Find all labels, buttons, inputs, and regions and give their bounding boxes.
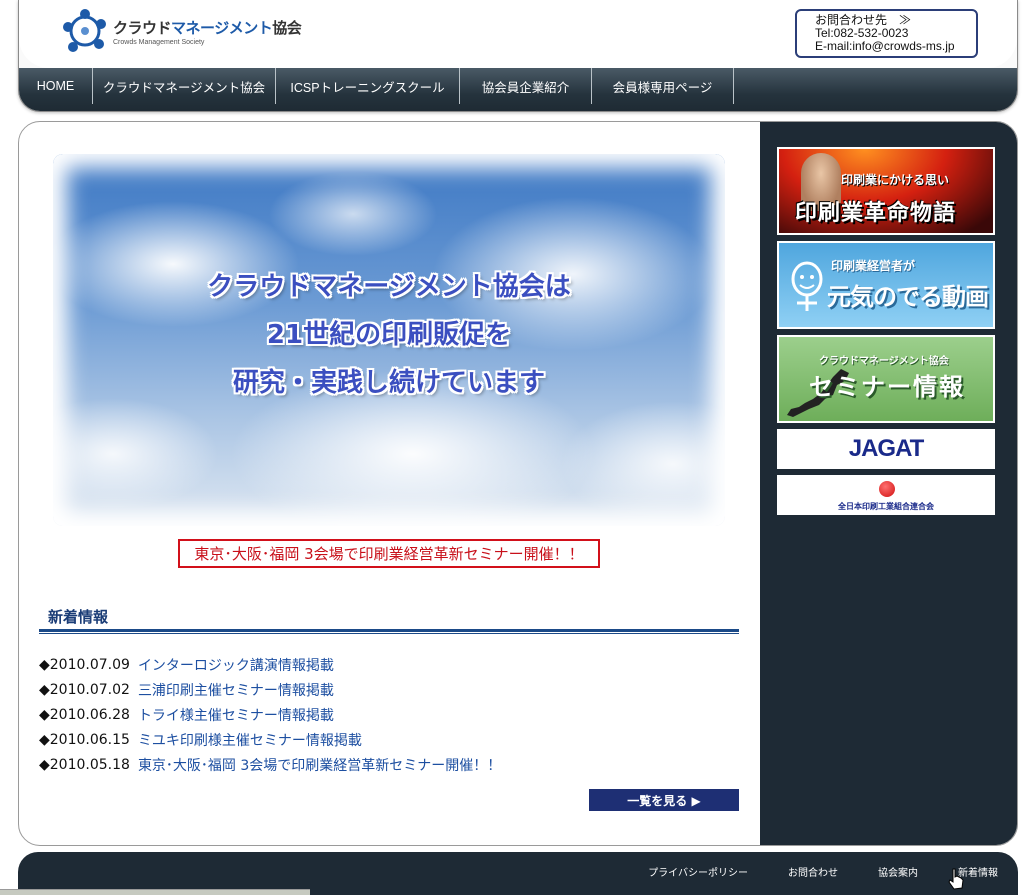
news-list: ◆2010.07.09 インターロジック講演情報掲載 ◆2010.07.02 三… <box>39 652 501 777</box>
banner3-subtitle: クラウドマネージメント協会 <box>819 356 949 367</box>
news-link[interactable]: トライ様主催セミナー情報掲載 <box>138 705 334 725</box>
nav-icsp-school[interactable]: ICSPトレーニングスクール <box>276 68 460 104</box>
footer-link-contact[interactable]: お問合わせ <box>788 864 838 879</box>
list-item: ◆2010.07.02 三浦印刷主催セミナー情報掲載 <box>39 677 501 702</box>
news-date: ◆2010.07.09 <box>39 656 130 673</box>
banner3-title: セミナー情報 <box>809 373 965 401</box>
list-item: ◆2010.06.28 トライ様主催セミナー情報掲載 <box>39 702 501 727</box>
footer-links: プライバシーポリシー お問合わせ 協会案内 新着情報 <box>608 864 998 879</box>
view-all-news-button[interactable]: 一覧を見る ▶ <box>589 789 739 811</box>
site-logo[interactable]: クラウドマネージメント協会 Crowds Management Society <box>61 8 302 54</box>
list-item: ◆2010.07.09 インターロジック講演情報掲載 <box>39 652 501 677</box>
footer-link-about[interactable]: 協会案内 <box>878 864 918 879</box>
footer-link-news[interactable]: 新着情報 <box>958 864 998 879</box>
nav-member-companies[interactable]: 協会員企業紹介 <box>460 68 592 104</box>
site-header: クラウドマネージメント協会 Crowds Management Society … <box>18 0 1018 112</box>
hero-line-1: クラウドマネージメント協会は <box>207 272 571 302</box>
nav-home[interactable]: HOME <box>19 68 93 104</box>
nav-association[interactable]: クラウドマネージメント協会 <box>93 68 276 104</box>
banner-printing-revolution[interactable]: 印刷業にかける思い 印刷業革命物語 <box>777 147 995 235</box>
main-content: クラウドマネージメント協会は 21世紀の印刷販促を 研究・実践し続けています 東… <box>18 121 1018 846</box>
news-link[interactable]: 三浦印刷主催セミナー情報掲載 <box>138 680 334 700</box>
news-link[interactable]: インターロジック講演情報掲載 <box>138 655 334 675</box>
horizontal-scrollbar[interactable] <box>0 889 310 895</box>
banner1-title: 印刷業革命物語 <box>795 201 957 226</box>
contact-email[interactable]: E-mail:info@crowds-ms.jp <box>815 40 976 53</box>
news-divider <box>39 629 739 634</box>
contact-box[interactable]: お問合わせ先 ≫ Tel:082-532-0023 E-mail:info@cr… <box>795 9 978 58</box>
news-date: ◆2010.06.28 <box>39 706 130 723</box>
seminar-notice-link[interactable]: 東京･大阪･福岡 3会場で印刷業経営革新セミナー開催！！ <box>178 539 600 568</box>
list-item: ◆2010.06.15 ミユキ印刷様主催セミナー情報掲載 <box>39 727 501 752</box>
banner-jagat[interactable]: JAGAT <box>777 429 995 469</box>
news-link[interactable]: ミユキ印刷様主催セミナー情報掲載 <box>138 730 362 750</box>
logo-title: クラウドマネージメント協会 <box>113 18 302 37</box>
banner-motivation-video[interactable]: 印刷業経営者が 元気のでる動画 <box>777 241 995 329</box>
banner1-subtitle: 印刷業にかける思い <box>841 173 950 187</box>
main-nav: HOME クラウドマネージメント協会 ICSPトレーニングスクール 協会員企業紹… <box>19 68 1017 111</box>
logo-subtitle: Crowds Management Society <box>113 38 205 46</box>
hero-banner: クラウドマネージメント協会は 21世紀の印刷販促を 研究・実践し続けています <box>53 154 725 526</box>
news-heading: 新着情報 <box>48 608 109 626</box>
banner2-title: 元気のでる動画 <box>827 283 989 311</box>
contact-label: お問合わせ先 ≫ <box>815 13 912 27</box>
jagat-logo: JAGAT <box>848 435 925 462</box>
hero-line-2: 21世紀の印刷販促を <box>266 320 512 350</box>
nav-members-page[interactable]: 会員様専用ページ <box>592 68 734 104</box>
logo-text: クラウドマネージメント協会 Crowds Management Society <box>113 17 302 46</box>
list-item: ◆2010.05.18 東京･大阪･福岡 3会場で印刷業経営革新セミナー開催！！ <box>39 752 501 777</box>
federation-logo-icon <box>879 481 895 497</box>
news-date: ◆2010.05.18 <box>39 756 130 773</box>
news-link[interactable]: 東京･大阪･福岡 3会場で印刷業経営革新セミナー開催！！ <box>138 755 501 775</box>
hero-line-3: 研究・実践し続けています <box>232 368 545 398</box>
banner-printing-federation[interactable]: 全日本印刷工業組合連合会 <box>777 475 995 515</box>
mascot-icon <box>791 261 823 311</box>
news-date: ◆2010.07.02 <box>39 681 130 698</box>
logo-network-icon <box>63 9 106 52</box>
sidebar: 印刷業にかける思い 印刷業革命物語 印刷業経営者が 元気のでる動画 クラウドマネ… <box>760 122 1017 845</box>
federation-name: 全日本印刷工業組合連合会 <box>838 502 934 511</box>
hand-cursor-icon <box>948 868 964 890</box>
banner2-subtitle: 印刷業経営者が <box>831 259 916 273</box>
banner-seminar-info[interactable]: クラウドマネージメント協会 セミナー情報 <box>777 335 995 423</box>
header-top: クラウドマネージメント協会 Crowds Management Society … <box>19 0 1017 68</box>
footer-link-privacy[interactable]: プライバシーポリシー <box>648 864 748 879</box>
news-date: ◆2010.06.15 <box>39 731 130 748</box>
